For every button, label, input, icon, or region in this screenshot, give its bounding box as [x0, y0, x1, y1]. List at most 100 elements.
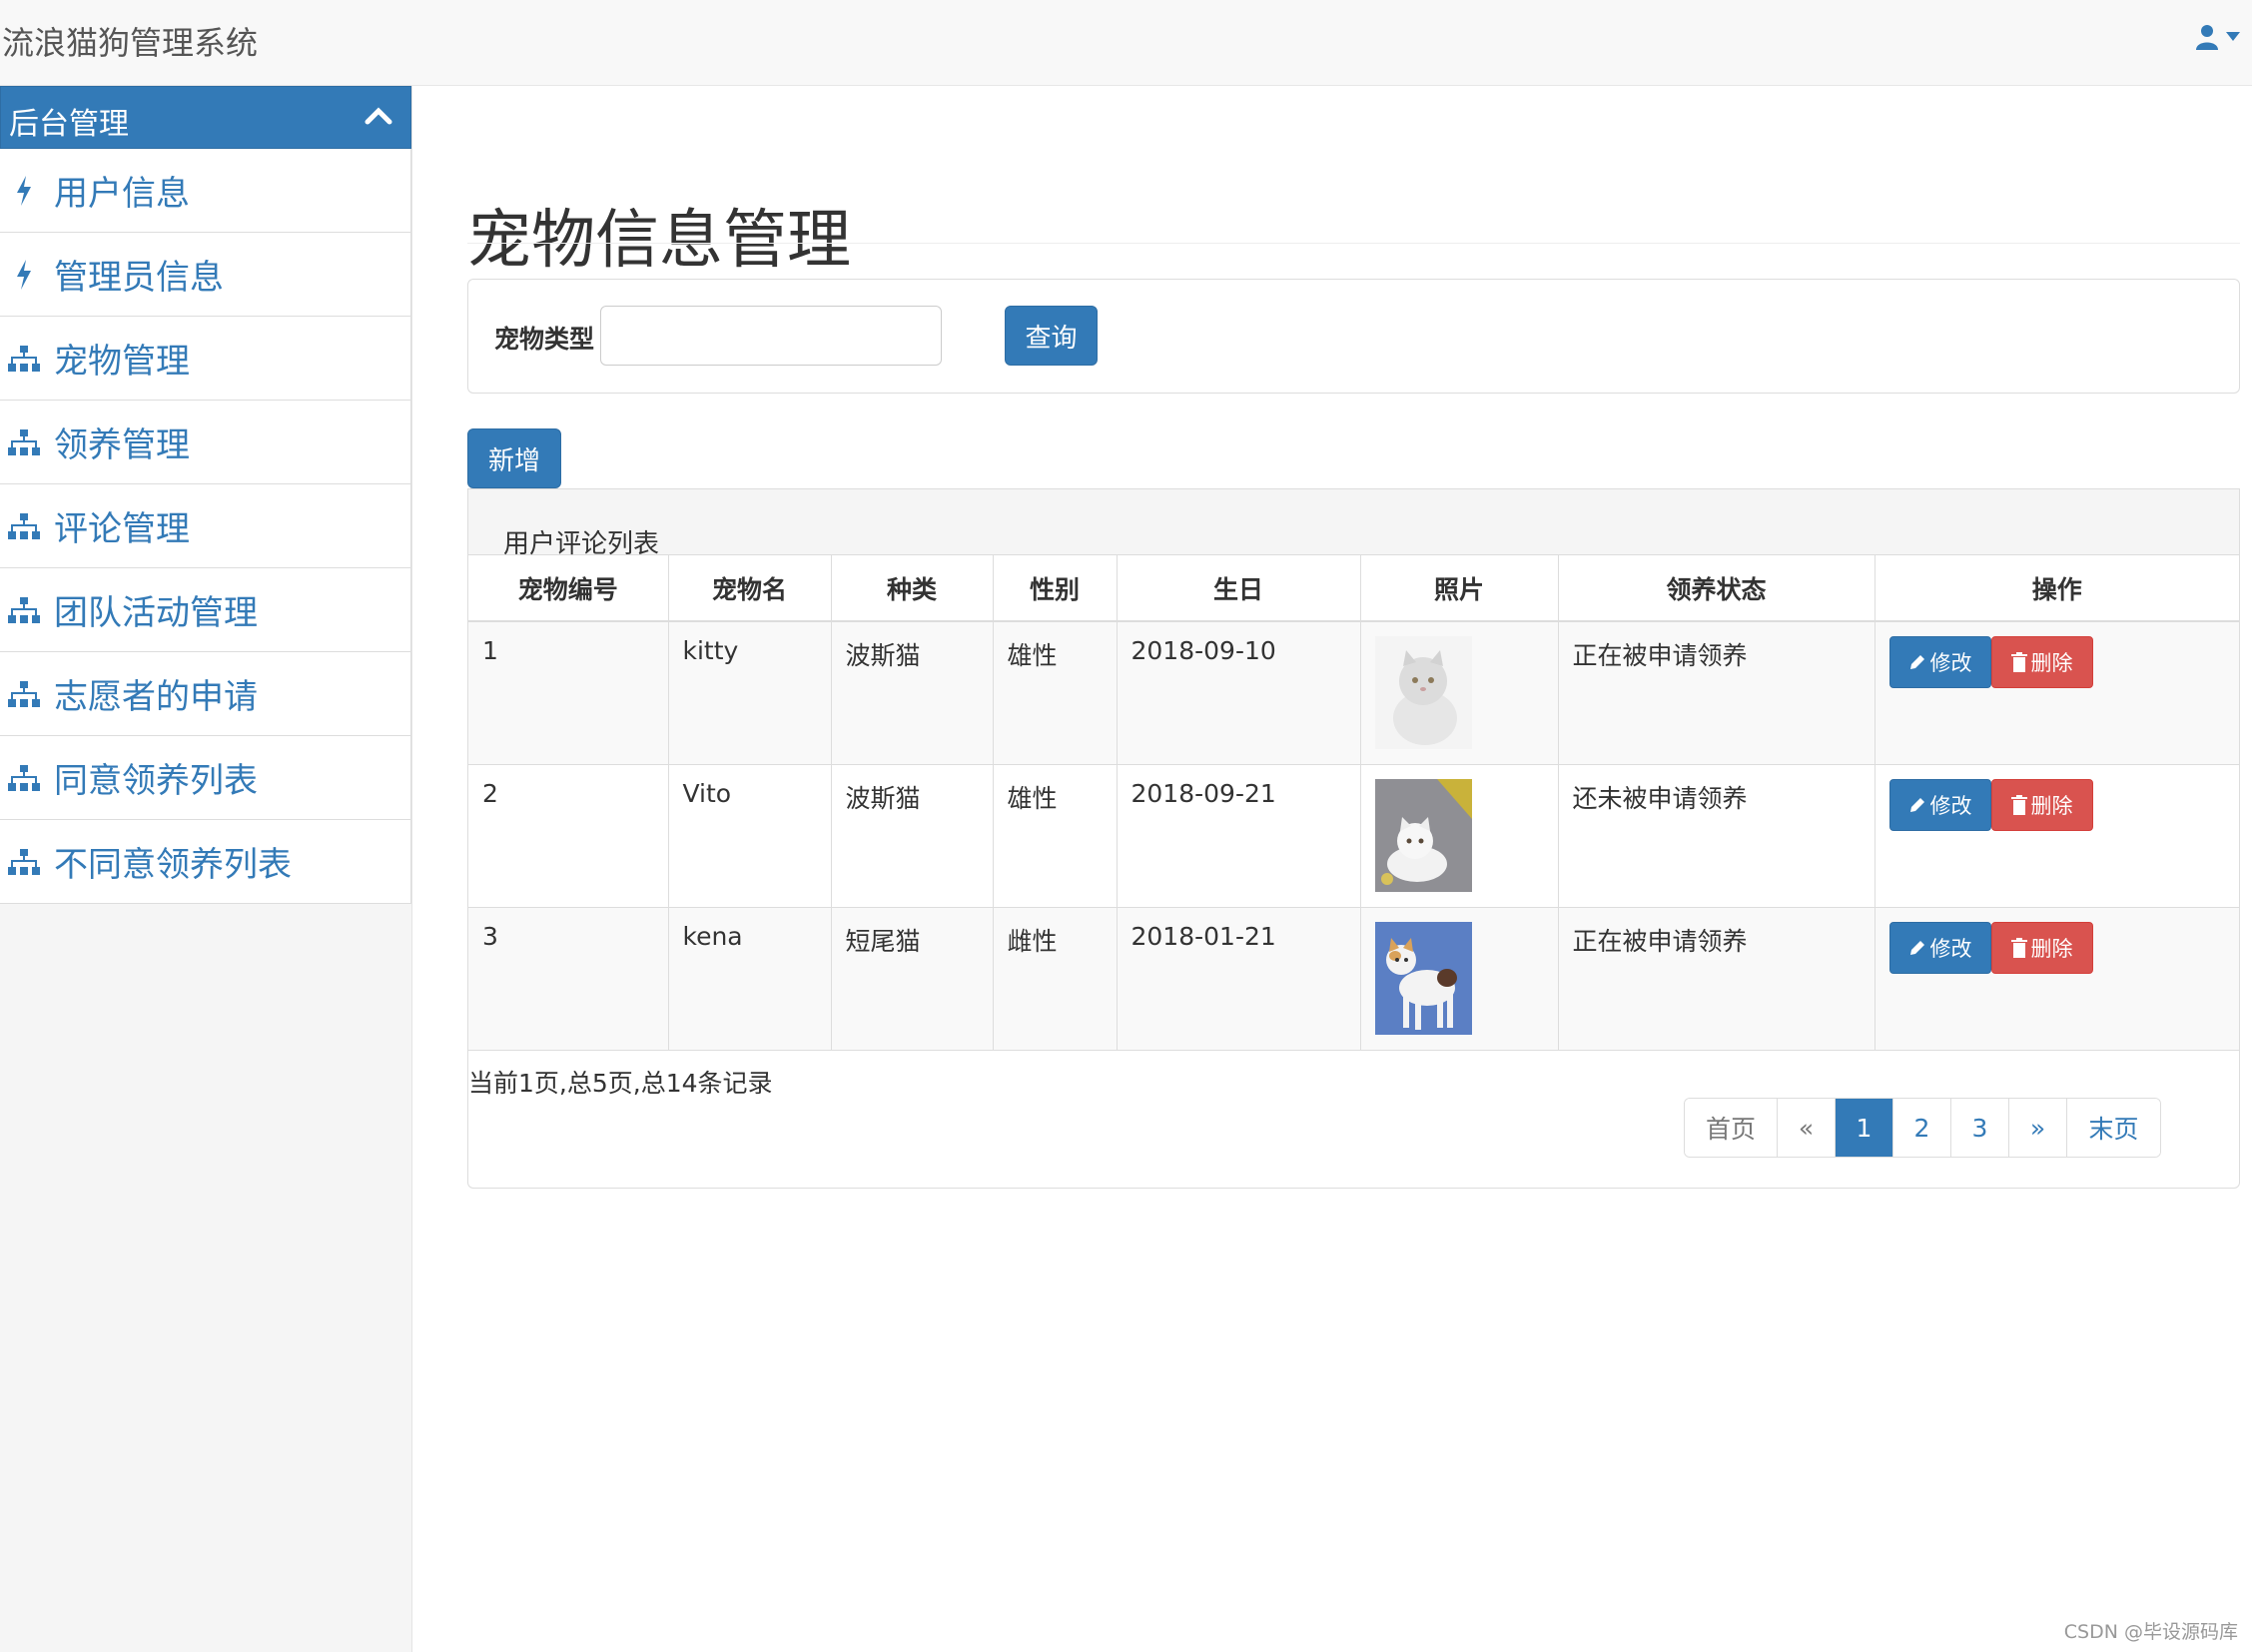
pet-id-cell: 1: [468, 621, 669, 765]
caret-down-icon: [2226, 32, 2240, 41]
trash-icon: [2010, 652, 2027, 672]
sidebar-item-pet-management[interactable]: 宠物管理: [0, 317, 411, 401]
top-navbar: 流浪猫狗管理系统: [0, 0, 2252, 86]
pagination-summary: 当前1页,总5页,总14条记录: [468, 1069, 773, 1098]
pet-birthday-cell: 2018-09-10: [1117, 621, 1361, 765]
pet-photo-cell: [1360, 907, 1559, 1051]
sidebar-item-rejected-adoptions[interactable]: 不同意领养列表: [0, 820, 411, 904]
trash-icon: [2010, 937, 2027, 958]
sidebar-item-volunteer-application[interactable]: 志愿者的申请: [0, 652, 411, 736]
edit-label: 修改: [1929, 793, 1972, 818]
pet-id-cell: 3: [468, 907, 669, 1051]
table-row: 1 kitty 波斯猫 雄性 2018-09-10 正在被申请领养 修改 删除: [468, 621, 2239, 765]
edit-button[interactable]: 修改: [1888, 921, 1991, 974]
search-button[interactable]: 查询: [1005, 306, 1098, 366]
white-persian-cat-photo: [1374, 636, 1472, 749]
table-row: 3 kena 短尾猫 雌性 2018-01-21 正在被申请领养 修改 删除: [468, 907, 2239, 1051]
column-header[interactable]: 宠物编号: [468, 555, 669, 622]
table-panel-heading: 用户评论列表: [468, 489, 2239, 559]
sidebar-nav: 用户信息 管理员信息 宠物管理 领养管理 评论管理 团队活动管理 志愿者的申请 …: [0, 149, 411, 904]
app-title[interactable]: 流浪猫狗管理系统: [2, 18, 258, 64]
delete-label: 删除: [2030, 651, 2073, 675]
pencil-icon: [1909, 797, 1924, 812]
page-next[interactable]: »: [2009, 1099, 2067, 1157]
sidebar-item-label: 团队活动管理: [54, 593, 258, 633]
pencil-icon: [1909, 940, 1924, 955]
sitemap-icon: [8, 342, 40, 376]
pet-breed-cell: 波斯猫: [831, 764, 994, 908]
sidebar-item-comment-management[interactable]: 评论管理: [0, 484, 411, 568]
page-last[interactable]: 末页: [2067, 1099, 2160, 1157]
pet-name-cell: kena: [668, 907, 832, 1051]
delete-label: 删除: [2030, 936, 2073, 961]
adoption-status-cell: 正在被申请领养: [1558, 907, 1876, 1051]
column-header[interactable]: 种类: [831, 555, 994, 622]
sidebar-item-label: 评论管理: [54, 509, 190, 549]
sidebar-panel-title: 后台管理: [9, 107, 129, 142]
pet-sex-cell: 雄性: [993, 621, 1118, 765]
sidebar: 后台管理 用户信息 管理员信息 宠物管理 领养管理 评论管理 团队活动管理 志愿…: [0, 86, 412, 1652]
add-button[interactable]: 新增: [467, 428, 561, 488]
sidebar-panel-header[interactable]: 后台管理: [0, 86, 411, 149]
sidebar-item-adoption-management[interactable]: 领养管理: [0, 401, 411, 484]
sidebar-item-label: 不同意领养列表: [54, 845, 292, 885]
delete-button[interactable]: 删除: [1990, 778, 2093, 831]
sitemap-icon: [8, 593, 40, 627]
delete-button[interactable]: 删除: [1990, 921, 2093, 974]
pet-birthday-cell: 2018-09-21: [1117, 764, 1361, 908]
pet-breed-cell: 波斯猫: [831, 621, 994, 765]
sidebar-item-label: 同意领养列表: [54, 761, 258, 801]
sidebar-item-approved-adoptions[interactable]: 同意领养列表: [0, 736, 411, 820]
pet-birthday-cell: 2018-01-21: [1117, 907, 1361, 1051]
pet-photo-cell: [1360, 621, 1559, 765]
sitemap-icon: [8, 845, 40, 879]
user-icon: [2196, 25, 2218, 50]
pet-table-panel: 用户评论列表 宠物编号 宠物名 种类 性别 生日 照片 领养状态 操作 1 ki…: [467, 488, 2240, 1189]
sidebar-item-team-activity[interactable]: 团队活动管理: [0, 568, 411, 652]
main-content: 宠物信息管理 宠物类型 查询 新增 用户评论列表 宠物编号 宠物名 种类 性别 …: [412, 86, 2252, 1652]
page-3[interactable]: 3: [1951, 1099, 2009, 1157]
sidebar-item-label: 用户信息: [54, 174, 190, 214]
pencil-icon: [1909, 655, 1924, 669]
calico-bobtail-cat-photo: [1374, 921, 1472, 1035]
pet-table: 宠物编号 宠物名 种类 性别 生日 照片 领养状态 操作 1 kitty 波斯猫…: [468, 555, 2239, 1051]
pet-sex-cell: 雄性: [993, 764, 1118, 908]
white-kitten-photo: [1374, 778, 1472, 892]
sidebar-item-label: 领养管理: [54, 425, 190, 465]
edit-label: 修改: [1929, 651, 1972, 675]
table-header-row: 宠物编号 宠物名 种类 性别 生日 照片 领养状态 操作: [468, 555, 2239, 622]
pagination: 首页 « 1 2 3 » 末页: [1684, 1098, 2161, 1158]
sidebar-item-label: 管理员信息: [54, 258, 224, 298]
column-header[interactable]: 宠物名: [668, 555, 832, 622]
column-header[interactable]: 性别: [993, 555, 1118, 622]
sidebar-item-user-info[interactable]: 用户信息: [0, 149, 411, 233]
sitemap-icon: [8, 677, 40, 711]
pet-type-input[interactable]: [600, 306, 942, 366]
sidebar-item-label: 宠物管理: [54, 342, 190, 382]
bolt-icon: [8, 174, 40, 208]
table-row: 2 Vito 波斯猫 雄性 2018-09-21 还未被申请领养 修改 删除: [468, 764, 2239, 908]
pet-breed-cell: 短尾猫: [831, 907, 994, 1051]
pet-type-label: 宠物类型: [494, 325, 595, 354]
column-header[interactable]: 操作: [1875, 555, 2239, 622]
operations-cell: 修改 删除: [1875, 621, 2239, 765]
page-1[interactable]: 1: [1836, 1099, 1893, 1157]
page-first[interactable]: 首页: [1685, 1099, 1778, 1157]
column-header[interactable]: 生日: [1117, 555, 1361, 622]
page-prev[interactable]: «: [1778, 1099, 1836, 1157]
adoption-status-cell: 还未被申请领养: [1558, 764, 1876, 908]
column-header[interactable]: 领养状态: [1558, 555, 1876, 622]
column-header[interactable]: 照片: [1360, 555, 1559, 622]
edit-button[interactable]: 修改: [1888, 636, 1991, 688]
delete-button[interactable]: 删除: [1990, 636, 2093, 688]
sitemap-icon: [8, 509, 40, 543]
sidebar-item-admin-info[interactable]: 管理员信息: [0, 233, 411, 317]
edit-button[interactable]: 修改: [1888, 778, 1991, 831]
operations-cell: 修改 删除: [1875, 764, 2239, 908]
sidebar-item-label: 志愿者的申请: [54, 677, 258, 717]
chevron-up-icon[interactable]: [365, 105, 392, 125]
delete-label: 删除: [2030, 793, 2073, 818]
trash-icon: [2010, 794, 2027, 815]
user-menu[interactable]: [2196, 24, 2240, 50]
page-2[interactable]: 2: [1893, 1099, 1951, 1157]
